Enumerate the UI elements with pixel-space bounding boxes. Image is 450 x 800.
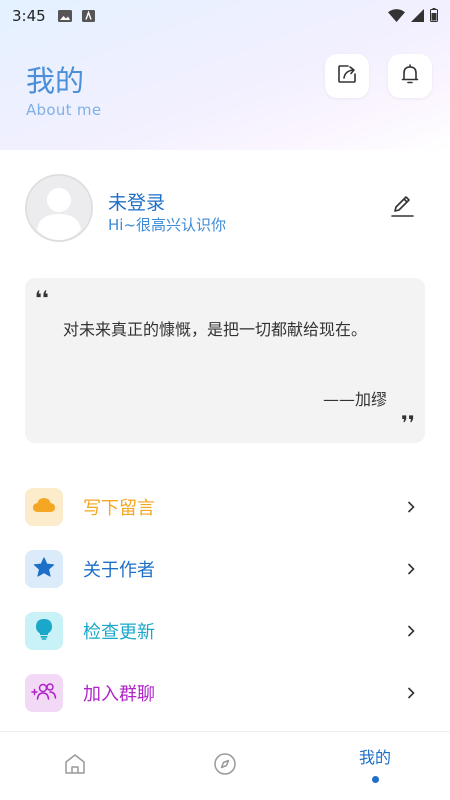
menu-icon-bg <box>25 550 63 588</box>
menu-label: 关于作者 <box>83 560 155 581</box>
chevron-right-icon <box>405 625 417 637</box>
profile-section[interactable]: 未登录 Hi~很高兴认识你 <box>0 172 450 244</box>
chevron-right-icon <box>405 563 417 575</box>
menu-list: 写下留言 关于作者 检查更新 加入群聊 <box>0 476 450 724</box>
menu-label: 检查更新 <box>83 622 155 643</box>
compass-icon <box>213 752 237 780</box>
group-icon <box>31 681 57 705</box>
quote-open-mark: ❛❛ <box>35 286 49 310</box>
cloud-icon <box>33 497 55 517</box>
chevron-right-icon <box>405 501 417 513</box>
menu-item-leave-message[interactable]: 写下留言 <box>0 476 450 538</box>
menu-icon-bg <box>25 488 63 526</box>
app-notification-icon <box>81 7 95 26</box>
user-greeting: Hi~很高兴认识你 <box>108 216 227 234</box>
tab-mine-label: 我的 <box>358 747 391 767</box>
chevron-right-icon <box>405 687 417 699</box>
signal-icon <box>411 7 424 26</box>
menu-item-about-author[interactable]: 关于作者 <box>0 538 450 600</box>
page-subtitle: About me <box>26 101 102 119</box>
image-notification-icon <box>57 7 72 26</box>
wifi-icon <box>388 7 405 26</box>
pencil-icon <box>389 193 415 223</box>
notification-button[interactable] <box>388 54 432 98</box>
quote-text: 对未来真正的慷慨，是把一切都献给现在。 <box>63 320 368 339</box>
menu-item-join-group[interactable]: 加入群聊 <box>0 662 450 724</box>
menu-icon-bg <box>25 674 63 712</box>
tab-home[interactable] <box>0 732 150 800</box>
quote-close-mark: ❜❜ <box>401 411 415 435</box>
bottom-nav: 我的 <box>0 732 450 800</box>
user-name[interactable]: 未登录 <box>108 188 165 215</box>
active-tab-indicator <box>371 775 379 783</box>
status-bar: 3:45 <box>0 0 450 32</box>
quote-author: ——加缪 <box>322 390 387 409</box>
menu-label: 写下留言 <box>83 498 155 519</box>
menu-label: 加入群聊 <box>83 684 155 705</box>
edit-profile-button[interactable] <box>388 194 416 222</box>
share-icon <box>336 63 358 89</box>
bell-icon <box>400 63 420 89</box>
star-icon <box>33 556 55 582</box>
page-title: 我的 <box>26 64 85 98</box>
bulb-icon <box>35 618 53 644</box>
quote-card: ❛❛ 对未来真正的慷慨，是把一切都献给现在。 ——加缪 ❜❜ <box>25 278 425 443</box>
tab-mine[interactable]: 我的 <box>300 732 450 800</box>
share-button[interactable] <box>325 54 369 98</box>
battery-icon <box>430 7 438 26</box>
page-header: 我的 About me <box>0 50 450 130</box>
menu-item-check-update[interactable]: 检查更新 <box>0 600 450 662</box>
status-time: 3:45 <box>12 7 46 25</box>
avatar[interactable] <box>25 174 93 242</box>
tab-discover[interactable] <box>150 732 300 800</box>
home-icon <box>63 753 87 779</box>
menu-icon-bg <box>25 612 63 650</box>
